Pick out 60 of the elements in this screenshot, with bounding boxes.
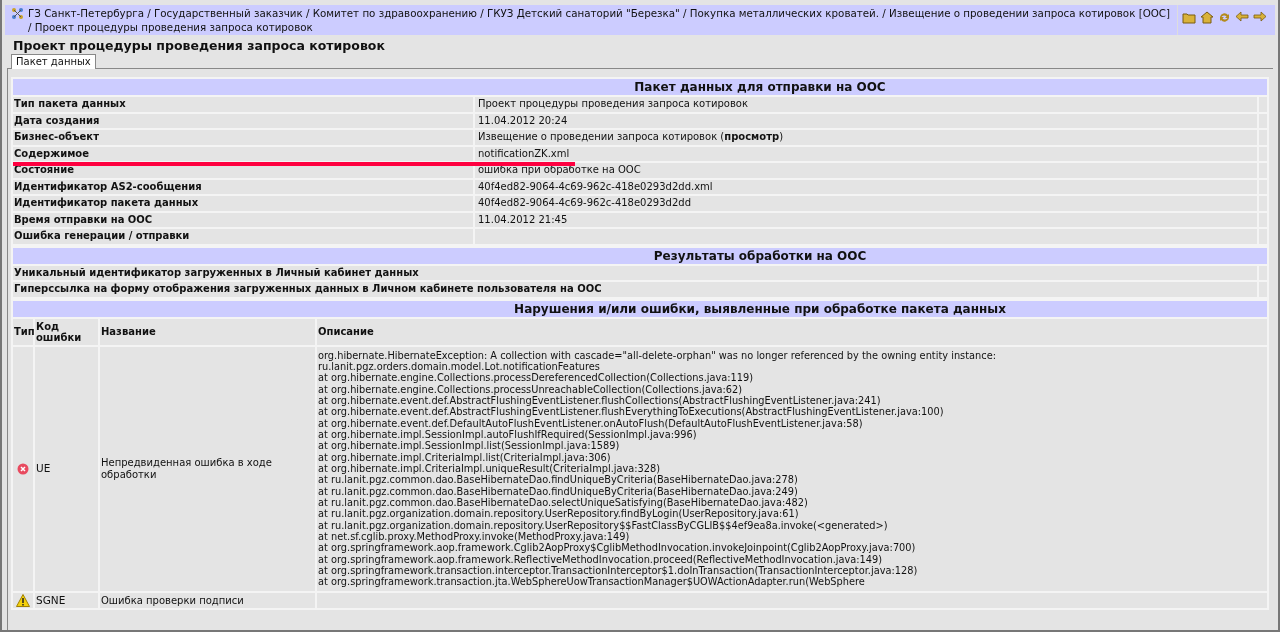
- field-label: Гиперссылка на форму отображения загруженных данных в Личном кабинете пользователя на ООС: [12, 281, 1258, 298]
- stack-trace-line: at org.springframework.transaction.interceptor.TransactionInterceptor$1.doInTransaction(TransactionInterceptor.java:128): [318, 565, 918, 577]
- stack-trace-line: org.hibernate.HibernateException: A collection with cascade="all-delete-orphan" was no longer referenced by the owning entity instance:: [318, 349, 996, 361]
- stack-trace-line: at org.springframework.aop.framework.Cglib2AopProxy$CglibMethodInvocation.invokeJoinpoint(Cglib2AopProxy.java:700): [318, 542, 916, 554]
- stack-trace-line: at ru.lanit.pgz.organization.domain.repository.UserRepository$$FastClassByCGLIB$$4ef9ea8a.invoke(<generated>): [318, 519, 888, 531]
- stack-trace-line: at org.springframework.transaction.jta.WebSphereUowTransactionManager$UOWActionAdapter.run(WebSphere: [318, 576, 865, 588]
- field-value: Проект процедуры проведения запроса котировок: [474, 96, 1258, 113]
- warning-icon: [16, 594, 30, 608]
- stack-trace-line: at ru.lanit.pgz.common.dao.BaseHibernateDao.selectUniqueSatisfying(BaseHibernateDao.java:482): [318, 496, 808, 509]
- home-icon[interactable]: [1200, 11, 1214, 24]
- error-code: SGNE: [34, 591, 99, 610]
- stack-trace-line: at ru.lanit.pgz.common.dao.BaseHibernateDao.findUniqueByCriteria(BaseHibernateDao.java:249): [318, 485, 798, 497]
- section-header: Пакет данных для отправки на ООС: [12, 78, 1268, 96]
- field-value: Извещение о проведении запроса котировок (просмотр): [474, 129, 1258, 146]
- stack-trace-line: at net.sf.cglib.proxy.MethodProxy.invoke(MethodProxy.java:149): [318, 531, 630, 543]
- field-label: Дата создания: [12, 112, 474, 129]
- right-arrow-icon[interactable]: [1253, 11, 1267, 22]
- left-arrow-icon[interactable]: [1235, 11, 1249, 22]
- stack-trace-line: at org.hibernate.engine.Collections.processUnreachableCollection(Collections.java:62): [318, 383, 743, 395]
- column-header: Тип: [12, 317, 34, 346]
- folder-icon[interactable]: [1182, 11, 1196, 24]
- field-label: Время отправки на ООС: [12, 211, 474, 228]
- error-code: UE: [34, 345, 99, 592]
- stack-trace-line: at org.springframework.aop.framework.ReflectiveMethodInvocation.proceed(ReflectiveMethodInvocation.java:149): [318, 553, 883, 566]
- stack-trace-line: at org.hibernate.event.def.DefaultAutoFlushEventListener.onAutoFlush(DefaultAutoFlushEventListener.java:58): [318, 417, 863, 429]
- stack-trace-line: at org.hibernate.engine.Collections.processDereferencedCollection(Collections.java:119): [318, 372, 754, 384]
- tab[interactable]: Пакет данных: [11, 54, 96, 69]
- stack-trace-line: at org.hibernate.event.def.AbstractFlushingEventListener.flushCollections(AbstractFlushingEventListener.java:241): [318, 394, 881, 407]
- field-label: Идентификатор пакета данных: [12, 195, 474, 212]
- stack-trace-line: at org.hibernate.impl.CriteriaImpl.uniqueResult(CriteriaImpl.java:328): [318, 462, 661, 475]
- field-value: 11.04.2012 20:24: [474, 112, 1258, 129]
- stack-trace-line: at org.hibernate.impl.SessionImpl.autoFlushIfRequired(SessionImpl.java:996): [318, 428, 697, 441]
- stack-trace-line: at org.hibernate.impl.CriteriaImpl.list(CriteriaImpl.java:306): [318, 451, 611, 463]
- stack-trace-line: at ru.lanit.pgz.common.dao.BaseHibernateDao.findUniqueByCriteria(BaseHibernateDao.java:278): [318, 474, 798, 486]
- error-name: Ошибка проверки подписи: [99, 591, 316, 610]
- field-label: Идентификатор AS2-сообщения: [12, 178, 474, 195]
- error-name: Непредвиденная ошибка в ходе обработки: [99, 345, 316, 592]
- refresh-icon[interactable]: [1218, 11, 1231, 24]
- page-title: Проект процедуры проведения запроса котировок: [13, 38, 385, 53]
- field-value: ошибка при обработке на ООС: [474, 162, 1258, 179]
- error-icon: [17, 462, 29, 475]
- section-header: Результаты обработки на ООС: [12, 246, 1268, 265]
- field-label: Бизнес-объект: [12, 129, 474, 146]
- field-value: 40f4ed82-9064-4c69-962c-418e0293d2dd.xml: [474, 178, 1258, 195]
- field-value: 11.04.2012 21:45: [474, 211, 1258, 228]
- column-header: Описание: [316, 317, 1268, 346]
- field-label: Состояние: [12, 162, 474, 179]
- stack-trace-line: ru.lanit.pgz.orders.domain.model.Lot.notificationFeatures: [318, 360, 600, 373]
- field-value: 40f4ed82-9064-4c69-962c-418e0293d2dd: [474, 195, 1258, 212]
- stack-trace-line: at ru.lanit.pgz.organization.domain.repository.UserRepository.findByLogin(UserRepository.java:61): [318, 508, 799, 520]
- stack-trace-line: at org.hibernate.impl.SessionImpl.list(SessionImpl.java:1589): [318, 440, 620, 452]
- section-header: Нарушения и/или ошибки, выявленные при обработке пакета данных: [12, 299, 1268, 318]
- field-label: Ошибка генерации / отправки: [12, 228, 474, 245]
- column-header: Название: [99, 317, 316, 346]
- field-label: Уникальный идентификатор загруженных в Личный кабинет данных: [12, 264, 1258, 281]
- network-icon: [11, 7, 24, 20]
- column-header: Код ошибки: [34, 317, 99, 346]
- field-value: notificationZK.xml: [474, 145, 1258, 162]
- stack-trace-line: at org.hibernate.event.def.AbstractFlushingEventListener.flushEverythingToExecutions(AbstractFlushingEventListener.java:100): [318, 406, 944, 418]
- field-label: Тип пакета данных: [12, 96, 474, 113]
